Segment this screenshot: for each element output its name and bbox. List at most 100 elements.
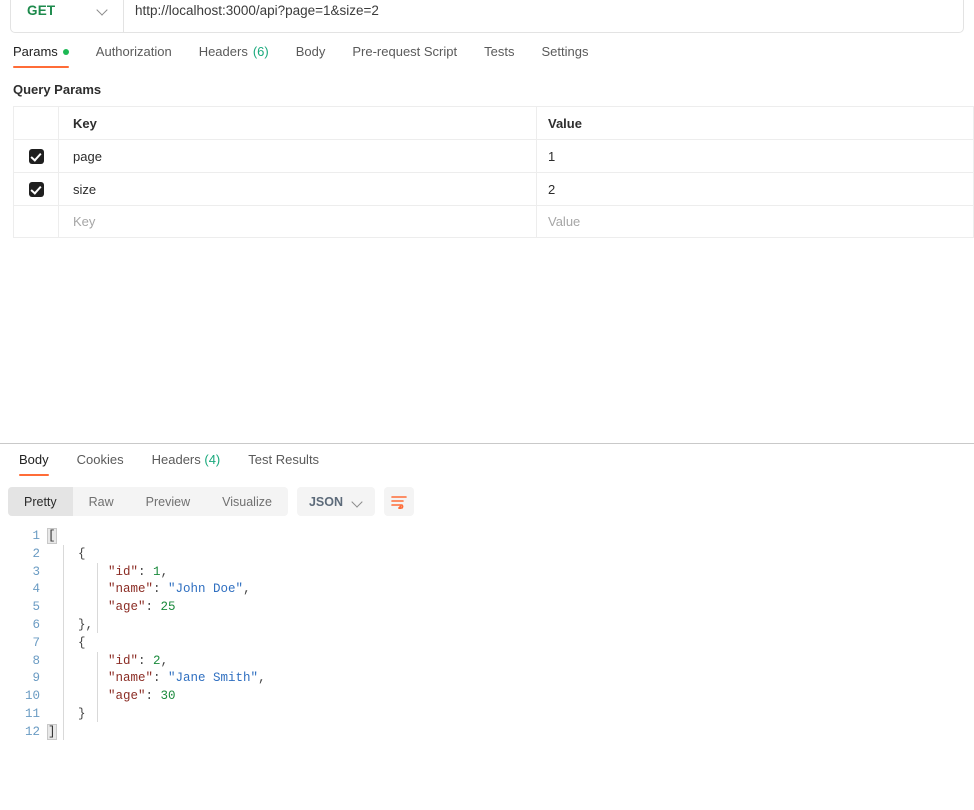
line-number: 3	[32, 564, 40, 579]
code-token: :	[145, 600, 161, 615]
param-value-cell[interactable]: Value	[537, 107, 973, 139]
line-number: 1	[32, 529, 40, 543]
response-tab-cookies[interactable]: Cookies	[77, 452, 124, 476]
query-params-table: Key Value page 1 size 2 Key Value	[13, 106, 974, 238]
table-row: size 2	[13, 172, 974, 205]
row-checkbox-cell	[14, 206, 59, 237]
code-line: 4 "name": "John Doe",	[0, 581, 974, 599]
code-text: "age": 30	[48, 688, 176, 706]
response-view-toggle-group: Pretty Raw Preview Visualize	[8, 487, 288, 516]
request-tab-pre-request-script[interactable]: Pre-request Script	[352, 44, 457, 68]
view-button-raw[interactable]: Raw	[73, 487, 130, 516]
url-input[interactable]: http://localhost:3000/api?page=1&size=2	[124, 0, 964, 33]
response-tab-headers[interactable]: Headers (4)	[152, 452, 221, 476]
tab-label: Headers	[198, 44, 248, 59]
view-button-pretty[interactable]: Pretty	[8, 487, 73, 516]
param-value-cell[interactable]: 2	[537, 173, 973, 205]
code-text: },	[48, 617, 93, 635]
checkbox-checked-icon[interactable]	[28, 148, 44, 164]
view-button-visualize[interactable]: Visualize	[206, 487, 288, 516]
url-bar: GET http://localhost:3000/api?page=1&siz…	[0, 0, 974, 33]
param-key-cell[interactable]: Key	[59, 206, 537, 237]
http-method-label: GET	[27, 2, 56, 18]
line-number: 12	[24, 724, 40, 739]
response-format-selector[interactable]: JSON	[296, 487, 375, 516]
table-header-row: Key Value	[13, 106, 974, 139]
table-row: page 1	[13, 139, 974, 172]
tab-label: Test Results	[248, 452, 320, 467]
code-token: :	[138, 564, 154, 579]
query-params-title: Query Params	[13, 82, 102, 97]
response-format-label: JSON	[308, 494, 343, 509]
api-client-window: GET http://localhost:3000/api?page=1&siz…	[0, 0, 974, 810]
code-token: 30	[160, 689, 176, 704]
request-tab-authorization[interactable]: Authorization	[96, 44, 172, 68]
code-token: 2	[153, 653, 161, 668]
code-line: 8 "id": 2,	[0, 653, 974, 671]
request-tab-settings[interactable]: Settings	[541, 44, 588, 68]
indent-guide	[97, 563, 98, 633]
code-text: {	[48, 546, 86, 564]
code-text: "age": 25	[48, 599, 176, 617]
row-checkbox-cell	[14, 107, 59, 139]
tab-count: (4)	[200, 452, 221, 467]
response-tab-test-results[interactable]: Test Results	[248, 452, 319, 476]
url-text: http://localhost:3000/api?page=1&size=2	[135, 2, 379, 18]
code-line: 12]	[0, 723, 974, 742]
code-token: :	[153, 671, 169, 686]
param-value-cell[interactable]: Value	[537, 206, 973, 237]
tab-count: (6)	[252, 44, 269, 59]
code-line: 2 {	[0, 546, 974, 564]
code-token: :	[153, 582, 169, 597]
code-token: :	[145, 689, 161, 704]
code-token: "id"	[108, 564, 139, 579]
request-tabs: Params Authorization Headers (6) Body Pre-req…	[0, 44, 974, 74]
code-line: 11 }	[0, 706, 974, 724]
wrap-text-button[interactable]	[384, 487, 414, 516]
response-tab-body[interactable]: Body	[19, 452, 49, 476]
code-line: 5 "age": 25	[0, 599, 974, 617]
code-text: {	[48, 635, 86, 653]
code-token: ,	[243, 582, 251, 597]
code-text: "name": "John Doe",	[48, 581, 251, 599]
table-row-empty: Key Value	[13, 205, 974, 238]
param-key-cell[interactable]: size	[59, 173, 537, 205]
request-tab-headers[interactable]: Headers (6)	[199, 44, 269, 68]
code-text: }	[48, 706, 86, 724]
code-text: "id": 2,	[48, 653, 168, 671]
code-text: "name": "Jane Smith",	[48, 670, 266, 688]
checkbox-checked-icon[interactable]	[28, 181, 44, 197]
tab-label: Headers	[151, 452, 201, 467]
view-button-preview[interactable]: Preview	[130, 487, 206, 516]
tab-label: Settings	[541, 44, 589, 59]
request-tab-tests[interactable]: Tests	[484, 44, 514, 68]
code-token: "name"	[108, 582, 154, 597]
response-tabs: Body Cookies Headers (4) Test Results	[0, 452, 974, 480]
param-value-cell[interactable]: 1	[537, 140, 973, 172]
code-token: "John Doe"	[168, 582, 244, 597]
code-token: "age"	[108, 600, 146, 615]
code-token: "name"	[108, 671, 154, 686]
chevron-down-icon	[353, 497, 363, 507]
code-token: {	[78, 635, 86, 650]
param-key-cell[interactable]: page	[59, 140, 537, 172]
request-tab-params[interactable]: Params	[13, 44, 69, 68]
response-body-code[interactable]: 1[2 {3 "id": 1, 4 "name": "John Doe", 5 "a…	[0, 528, 974, 758]
code-line: 1[	[0, 528, 974, 546]
code-line: 3 "id": 1,	[0, 564, 974, 582]
code-token: [	[47, 528, 57, 544]
line-number: 10	[24, 689, 40, 704]
pane-divider[interactable]	[0, 443, 974, 444]
request-tab-body[interactable]: Body	[296, 44, 326, 68]
code-line: 9 "name": "Jane Smith",	[0, 670, 974, 688]
tab-label: Authorization	[95, 44, 172, 59]
http-method-selector[interactable]: GET	[10, 0, 124, 33]
param-key-cell[interactable]: Key	[59, 107, 537, 139]
code-token: "age"	[108, 689, 146, 704]
tab-label: Body	[19, 452, 49, 467]
tab-label: Body	[295, 44, 326, 59]
